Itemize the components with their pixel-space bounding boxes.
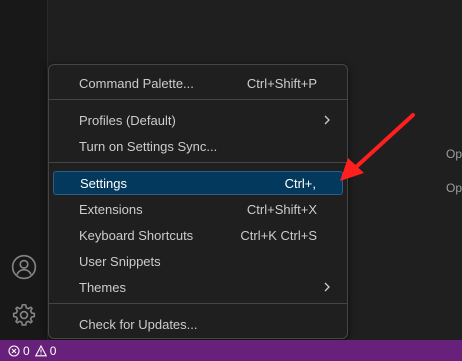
menu-item-extensions[interactable]: Extensions Ctrl+Shift+X [53,197,343,221]
menu-item-label: Themes [79,279,126,295]
menu-separator [49,303,347,304]
menu-item-label: Extensions [79,201,143,217]
error-icon [8,344,20,357]
menu-item-label: Profiles (Default) [79,112,176,128]
menu-item-label: Check for Updates... [79,316,198,332]
menu-item-label: Command Palette... [79,75,194,91]
status-bar: 0 0 [0,340,462,361]
menu-item-shortcut: Ctrl+K Ctrl+S [240,227,317,243]
menu-item-settings[interactable]: Settings Ctrl+, [53,171,343,195]
menu-item-shortcut: Ctrl+, [284,175,316,191]
menu-separator [49,99,347,100]
menu-item-settings-sync[interactable]: Turn on Settings Sync... [53,134,343,158]
menu-item-themes[interactable]: Themes [53,275,343,299]
problems-status[interactable]: 0 0 [8,344,56,358]
menu-item-command-palette[interactable]: Command Palette... Ctrl+Shift+P [53,71,343,95]
manage-gear-icon[interactable] [9,300,39,330]
account-icon[interactable] [9,252,39,282]
warning-icon [34,344,47,356]
chevron-right-icon [324,115,330,125]
menu-item-user-snippets[interactable]: User Snippets [53,249,343,273]
menu-separator [49,162,347,163]
warning-count: 0 [49,343,57,358]
menu-item-profiles[interactable]: Profiles (Default) [53,108,343,132]
menu-item-label: Settings [80,175,127,191]
error-count: 0 [23,343,30,358]
menu-item-keyboard-shortcuts[interactable]: Keyboard Shortcuts Ctrl+K Ctrl+S [53,223,343,247]
menu-item-shortcut: Ctrl+Shift+X [246,201,317,217]
chevron-right-icon [324,282,330,292]
menu-item-label: Keyboard Shortcuts [79,227,194,243]
menu-item-check-updates[interactable]: Check for Updates... [53,312,343,336]
peek-text: Op [446,181,462,195]
peek-text: Op [446,147,462,161]
activity-bar [0,0,48,340]
menu-item-label: User Snippets [79,253,161,269]
menu-item-shortcut: Ctrl+Shift+P [246,75,317,91]
menu-item-label: Turn on Settings Sync... [79,138,218,154]
manage-menu: Command Palette... Ctrl+Shift+P Profiles… [48,64,348,339]
